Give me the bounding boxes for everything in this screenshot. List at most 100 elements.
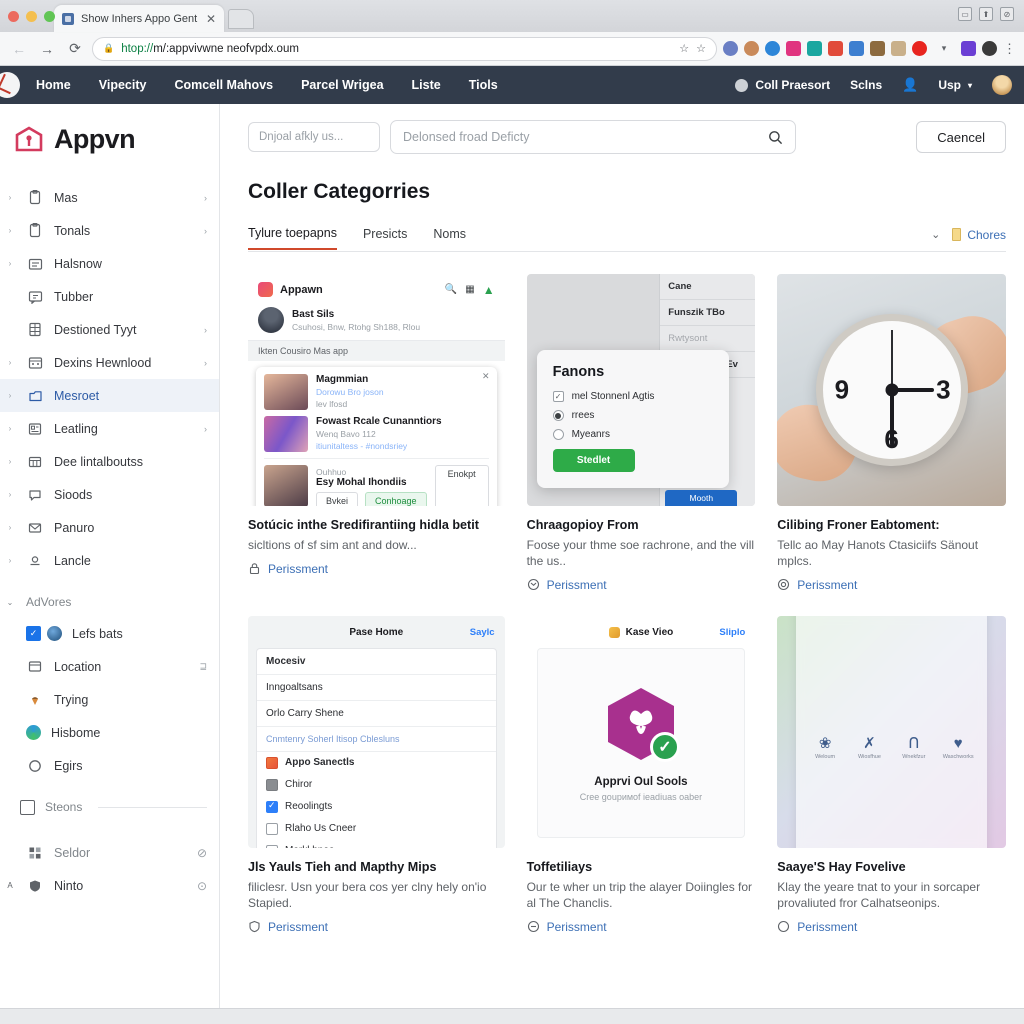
radio-icon[interactable] bbox=[552, 410, 564, 421]
sidebar-item-tonals[interactable]: › Tonals › bbox=[0, 214, 219, 247]
list-item[interactable]: Appo Sanectls bbox=[257, 752, 496, 774]
site-nav-item-tiols[interactable]: Tiols bbox=[469, 78, 498, 92]
radio-icon[interactable] bbox=[552, 429, 564, 440]
sidebar-item-egirs[interactable]: Egirs bbox=[0, 749, 219, 782]
expander-icon[interactable]: › bbox=[4, 358, 16, 367]
site-logo-icon[interactable] bbox=[0, 72, 20, 98]
launcher-app[interactable]: 7Wholors bbox=[806, 616, 844, 724]
launcher-app[interactable]: OzMothaoest bbox=[850, 616, 888, 724]
close-window-icon[interactable]: ⊘ bbox=[1000, 7, 1014, 21]
mock-titlebar-link[interactable]: Sliplo bbox=[719, 627, 745, 638]
expander-icon[interactable]: › bbox=[4, 193, 16, 202]
profile-avatar[interactable] bbox=[982, 41, 997, 56]
launcher-app[interactable] bbox=[939, 616, 977, 724]
extension-icon-6[interactable] bbox=[828, 41, 843, 56]
back-icon[interactable]: ← bbox=[8, 38, 30, 60]
brand[interactable]: Appvn bbox=[0, 118, 219, 181]
chevron-right-icon[interactable]: › bbox=[204, 358, 207, 368]
card[interactable]: Mone ❙ ⊖Anbe ⌂Dos GFta 7Wholors OzMothao… bbox=[777, 615, 1006, 934]
sidebar-item-tubber[interactable]: Tubber bbox=[0, 280, 219, 313]
continue-button[interactable]: Conhoage bbox=[365, 492, 427, 506]
window-minimize-dot[interactable] bbox=[26, 11, 37, 22]
chores-link[interactable]: Chores bbox=[952, 228, 1006, 242]
sidebar-item-ninto[interactable]: A Ninto ⊙ bbox=[0, 869, 219, 902]
sidebar-item-mas[interactable]: › Mas › bbox=[0, 181, 219, 214]
list-item[interactable]: Mocesiv bbox=[257, 649, 496, 675]
card-meta-link[interactable]: Perissment bbox=[777, 920, 1006, 934]
chevron-right-icon[interactable]: › bbox=[204, 424, 207, 434]
tab-noms[interactable]: Noms bbox=[433, 227, 466, 249]
card-meta-link[interactable]: Perissment bbox=[248, 562, 505, 576]
site-nav-item-parcel[interactable]: Parcel Wrigea bbox=[301, 78, 383, 92]
card-meta-link[interactable]: Perissment bbox=[527, 578, 756, 592]
expander-icon[interactable]: › bbox=[4, 259, 16, 268]
card-thumbnail[interactable]: Cane Funszik TBo Rwtysont Comsfientto Ev… bbox=[526, 274, 756, 506]
sidebar-item-location[interactable]: Location ⊒ bbox=[0, 650, 219, 683]
sidebar-item-destioned-tyyt[interactable]: Destioned Tyyt › bbox=[0, 313, 219, 346]
checkbox-icon[interactable] bbox=[266, 822, 278, 835]
reload-icon[interactable]: ⟳ bbox=[64, 38, 86, 60]
sidebar-group-steons[interactable]: Steons bbox=[0, 792, 219, 822]
scans-button[interactable]: Sclns bbox=[850, 78, 882, 92]
launcher-app[interactable]: ❀ Weloum bbox=[806, 736, 844, 848]
site-nav-item-vipecity[interactable]: Vipecity bbox=[99, 78, 147, 92]
avatar[interactable] bbox=[992, 75, 1012, 95]
cancel-button[interactable]: Caencel bbox=[916, 121, 1006, 153]
card-thumbnail[interactable]: Mone ❙ ⊖Anbe ⌂Dos GFta 7Wholors OzMothao… bbox=[777, 615, 1006, 848]
maximize-icon[interactable]: ⬆ bbox=[979, 7, 993, 21]
extensions-row[interactable]: ▾ ⋮ bbox=[723, 38, 1016, 60]
deny-button[interactable]: Bvkei bbox=[316, 492, 359, 506]
site-nav-item-liste[interactable]: Liste bbox=[412, 78, 441, 92]
card-thumbnail[interactable]: Pase Home Saylc Mocesiv Inngoaltsans Orl… bbox=[248, 615, 505, 848]
expander-icon[interactable]: › bbox=[4, 226, 16, 235]
new-tab-button[interactable] bbox=[228, 9, 254, 29]
list-item[interactable]: Rlaho Us Cneer bbox=[257, 818, 496, 840]
window-controls[interactable]: ▭ ⬆ ⊘ bbox=[958, 7, 1014, 21]
sidebar-item-dexins-hewnlood[interactable]: › Dexins Hewnlood › bbox=[0, 346, 219, 379]
sidebar-item-lancle[interactable]: › Lancle bbox=[0, 544, 219, 577]
extension-icon-3[interactable] bbox=[765, 41, 780, 56]
triangle-icon[interactable]: ▲ bbox=[483, 283, 495, 297]
list-item[interactable]: Orlo Carry Shene bbox=[257, 701, 496, 727]
mock-option-row[interactable]: ✓ mel Stonnenl Agtis bbox=[552, 391, 714, 402]
window-traffic-lights[interactable] bbox=[8, 11, 55, 22]
list-item[interactable]: Cnmtenry Soherl Itisop Cblesluns bbox=[257, 727, 496, 752]
checkbox-icon[interactable] bbox=[266, 844, 278, 848]
info-icon[interactable]: ⊙ bbox=[197, 879, 207, 893]
person-icon[interactable]: 👤 bbox=[902, 77, 918, 93]
card[interactable]: Kase Vieo Sliplo ✓ Apprvi Oul Sools Cree… bbox=[526, 615, 756, 934]
tab-tylure-toepapns[interactable]: Tylure toepapns bbox=[248, 226, 337, 250]
sidebar-item-mesroet[interactable]: › Mesroet bbox=[0, 379, 219, 412]
expander-icon[interactable]: › bbox=[4, 523, 16, 532]
list-item[interactable]: Inngoaltsans bbox=[257, 675, 496, 701]
open-external-icon[interactable]: ⊒ bbox=[199, 661, 207, 672]
mock-blue-button[interactable]: Mooth bbox=[665, 490, 738, 506]
user-menu-button[interactable]: Usp ▾ bbox=[938, 78, 972, 92]
sidebar-item-hisbome[interactable]: Hisbome bbox=[0, 716, 219, 749]
mock-option-row[interactable]: Myeanrs bbox=[552, 429, 714, 440]
window-maximize-dot[interactable] bbox=[44, 11, 55, 22]
launcher-app[interactable]: ✗ Wiosfhue bbox=[850, 736, 888, 848]
sidebar-item-dee-lintalboutss[interactable]: › Dee lintalboutss bbox=[0, 445, 219, 478]
launcher-app[interactable]: ᑎ Wnekfzur bbox=[895, 736, 933, 848]
extension-icon-9[interactable] bbox=[891, 41, 906, 56]
chevron-down-icon[interactable]: ⌄ bbox=[4, 598, 16, 607]
site-nav-item-comcell[interactable]: Comcell Mahovs bbox=[174, 78, 273, 92]
sidebar-item-lefs-bats[interactable]: ✓ Lefs bats bbox=[0, 617, 219, 650]
close-icon[interactable]: ✕ bbox=[206, 13, 216, 25]
expander-icon[interactable]: › bbox=[4, 391, 16, 400]
mini-filter-input[interactable]: Dnjoal afkly us... bbox=[248, 122, 380, 152]
chevron-right-icon[interactable]: › bbox=[204, 193, 207, 203]
expander-icon[interactable]: › bbox=[4, 457, 16, 466]
card-thumbnail[interactable]: Appawn 🔍 ▦ ▲ Bast Sils Csuhosi, Bnw, Rto… bbox=[248, 274, 505, 506]
browser-menu-icon[interactable]: ⋮ bbox=[1003, 42, 1016, 55]
extension-icon-7[interactable] bbox=[849, 41, 864, 56]
expander-icon[interactable]: › bbox=[4, 490, 16, 499]
card-meta-link[interactable]: Perissment bbox=[248, 920, 505, 934]
grid-icon[interactable]: ▦ bbox=[465, 284, 474, 295]
list-item[interactable]: Chiror bbox=[257, 774, 496, 796]
bookmark-star2-icon[interactable]: ☆ bbox=[696, 42, 706, 55]
sidebar-item-leatling[interactable]: › Leatling › bbox=[0, 412, 219, 445]
sidebar-item-seldor[interactable]: Seldor ⊘ bbox=[0, 836, 219, 869]
checkbox-icon[interactable]: ✓ bbox=[552, 391, 564, 402]
